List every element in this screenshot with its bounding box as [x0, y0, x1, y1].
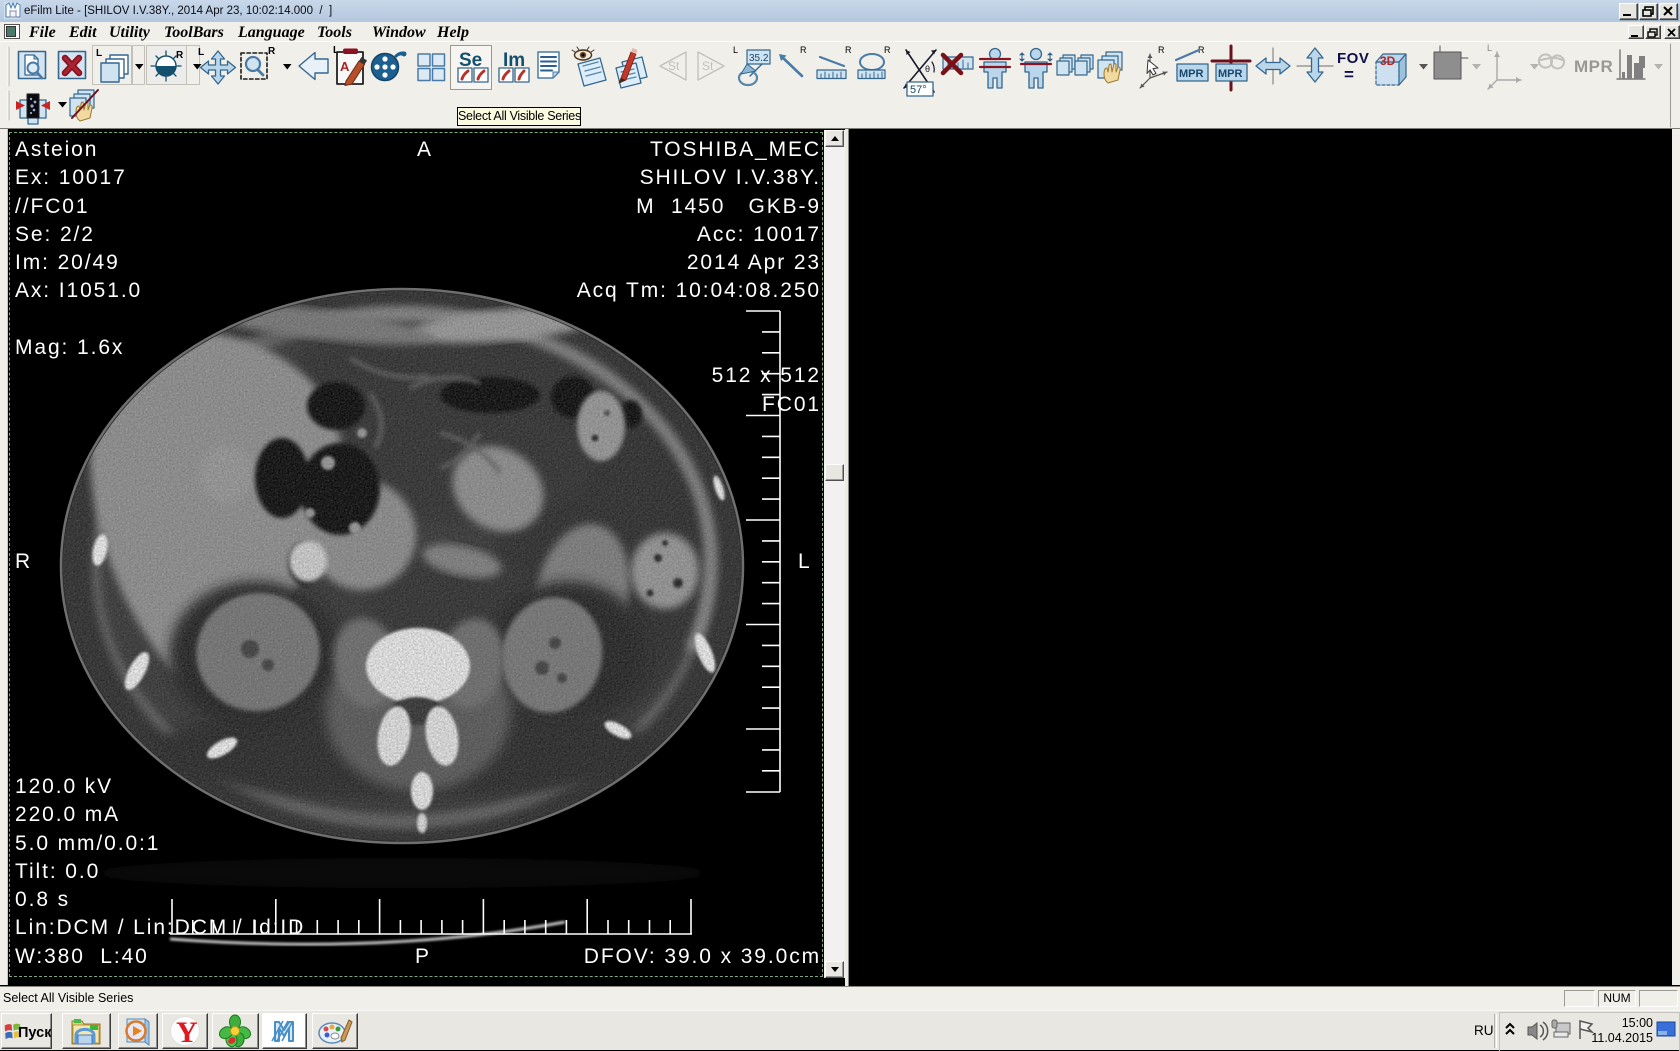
svg-text:L: L — [198, 47, 204, 58]
svg-text:R: R — [800, 45, 807, 55]
svg-text:L: L — [1487, 43, 1492, 53]
svg-text:R: R — [884, 45, 891, 55]
svg-text:MPR: MPR — [1574, 57, 1613, 76]
svg-text:R: R — [176, 50, 184, 61]
svg-text:MPR: MPR — [1218, 68, 1243, 80]
svg-text:L: L — [733, 45, 738, 55]
svg-text:Y: Y — [176, 1016, 198, 1048]
svg-text:3D: 3D — [1380, 54, 1396, 68]
svg-text:57°: 57° — [910, 84, 927, 96]
svg-text:MPR: MPR — [1179, 68, 1204, 80]
svg-text:=: = — [1344, 65, 1354, 84]
svg-text:R: R — [845, 45, 852, 55]
svg-text:St: St — [668, 59, 680, 73]
svg-text:A: A — [340, 59, 350, 74]
svg-text:L: L — [96, 48, 102, 59]
svg-text:St: St — [702, 59, 714, 73]
svg-text:R: R — [268, 46, 276, 57]
svg-text:Пуск: Пуск — [18, 1025, 51, 1041]
svg-text:R: R — [1158, 45, 1165, 55]
svg-text:35.2: 35.2 — [749, 53, 769, 64]
svg-text:θ: θ — [925, 64, 930, 74]
